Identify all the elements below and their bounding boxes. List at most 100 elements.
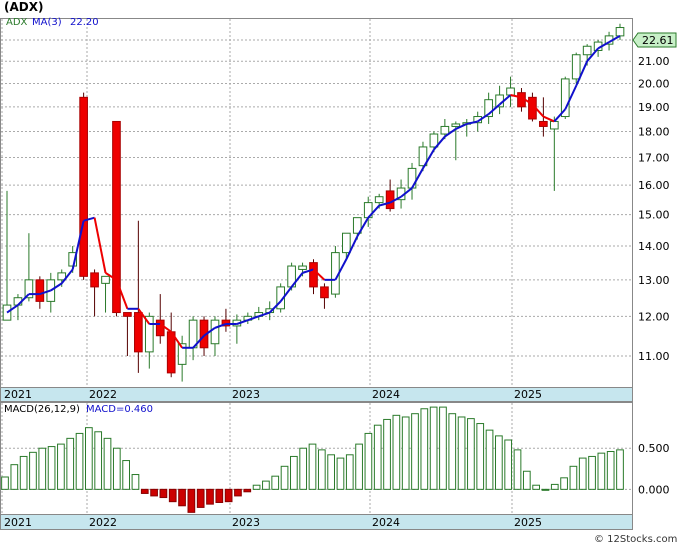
last-price-badge: 22.61 xyxy=(632,32,677,48)
macd-bar xyxy=(476,423,485,490)
macd-bar xyxy=(159,488,168,499)
candle-body xyxy=(134,312,143,353)
price-y-tick: 14.00 xyxy=(638,240,670,253)
candle-body xyxy=(90,272,99,288)
legend-ma3-value: 22.20 xyxy=(70,17,99,28)
price-y-tick: 18.00 xyxy=(638,125,670,138)
macd-bar xyxy=(57,443,65,490)
macd-bar xyxy=(178,488,186,507)
macd-bar xyxy=(94,431,103,490)
macd-bar xyxy=(1,476,9,490)
macd-x-tick: 2021 xyxy=(4,516,32,529)
macd-bar xyxy=(234,488,242,497)
macd-x-tick: 2025 xyxy=(514,516,542,529)
price-y-axis: 22.0021.0020.0019.0018.0017.0016.0015.00… xyxy=(638,34,670,363)
candle-body xyxy=(539,120,548,127)
macd-x-tick: 2024 xyxy=(372,516,400,529)
macd-bar xyxy=(29,451,37,490)
price-y-tick: 19.00 xyxy=(638,101,670,114)
candle-body xyxy=(615,27,625,37)
macd-y-axis: 0.500 0.000 xyxy=(638,442,670,496)
candle-body xyxy=(506,87,515,96)
macd-bar xyxy=(66,437,75,490)
macd-bar xyxy=(345,454,354,490)
candle-body xyxy=(298,265,307,270)
price-y-tick: 16.00 xyxy=(638,179,670,192)
candle-body xyxy=(320,286,329,299)
macd-title: MACD(26,12,9) xyxy=(4,404,80,415)
macd-bar xyxy=(85,427,93,490)
macd-bar xyxy=(262,480,270,490)
candle-body xyxy=(549,120,559,130)
macd-bar xyxy=(122,460,130,490)
macd-bar xyxy=(560,477,568,490)
macd-bar xyxy=(150,488,158,497)
candle xyxy=(331,246,340,298)
macd-bar xyxy=(75,432,84,490)
macd-bar xyxy=(308,443,317,490)
candle-body xyxy=(309,262,318,288)
candle-body xyxy=(101,275,110,284)
macd-bar xyxy=(168,488,177,503)
macd-bar xyxy=(541,488,550,491)
candle-body xyxy=(35,279,45,302)
candle-body xyxy=(155,319,165,337)
macd-bar xyxy=(392,414,401,490)
macd-bar xyxy=(299,447,308,490)
macd-bar xyxy=(280,465,289,490)
last-price-value: 22.61 xyxy=(642,34,674,47)
candle-body xyxy=(440,125,450,135)
candle-body xyxy=(385,190,395,210)
macd-bar xyxy=(578,457,587,490)
candle-body xyxy=(571,54,581,80)
macd-bar xyxy=(429,406,438,490)
price-y-tick: 11.00 xyxy=(638,350,670,363)
macd-bar xyxy=(317,449,326,490)
macd-value: MACD=0.460 xyxy=(86,404,153,415)
price-x-tick: 2023 xyxy=(232,388,260,401)
macd-x-tick: 2022 xyxy=(89,516,117,529)
macd-bar xyxy=(364,432,373,490)
macd-bar xyxy=(140,488,149,494)
macd-bar xyxy=(588,455,596,490)
candle-body xyxy=(374,196,384,204)
candle-body xyxy=(79,96,88,277)
price-x-tick: 2024 xyxy=(372,388,400,401)
macd-bar xyxy=(290,455,298,490)
price-y-tick: 12.00 xyxy=(638,310,670,323)
macd-bar xyxy=(187,488,196,513)
price-y-tick: 21.00 xyxy=(638,55,670,68)
macd-y-tick: 0.000 xyxy=(638,483,670,496)
legend-ma3: MA(3) xyxy=(32,17,62,28)
macd-bar xyxy=(38,447,47,490)
macd-bar xyxy=(10,464,19,490)
price-x-tick: 2022 xyxy=(89,388,117,401)
macd-x-tick: 2023 xyxy=(232,516,260,529)
macd-bar xyxy=(243,488,252,493)
macd-bar xyxy=(616,449,624,490)
macd-bar xyxy=(522,470,531,490)
macd-bar xyxy=(196,488,205,508)
candle-body xyxy=(582,45,592,56)
candle xyxy=(79,92,88,280)
price-y-tick: 15.00 xyxy=(638,209,670,222)
macd-bar xyxy=(550,483,559,490)
price-y-tick: 17.00 xyxy=(638,152,670,165)
macd-bar xyxy=(467,418,475,490)
price-y-tick: 13.00 xyxy=(638,274,670,287)
macd-bar xyxy=(215,488,224,503)
macd-bar xyxy=(224,488,233,503)
candle-body xyxy=(123,312,132,317)
macd-bar xyxy=(206,488,214,505)
candle-body xyxy=(2,304,12,321)
macd-bar xyxy=(485,429,494,490)
macd-bar xyxy=(327,454,335,490)
chart-title: (ADX) xyxy=(4,0,43,14)
macd-bar xyxy=(439,406,447,490)
macd-bar xyxy=(47,446,56,490)
macd-bar xyxy=(513,449,522,490)
macd-bar xyxy=(411,413,419,490)
macd-bar xyxy=(401,416,410,490)
macd-bar xyxy=(271,475,280,490)
macd-bar xyxy=(112,447,121,490)
